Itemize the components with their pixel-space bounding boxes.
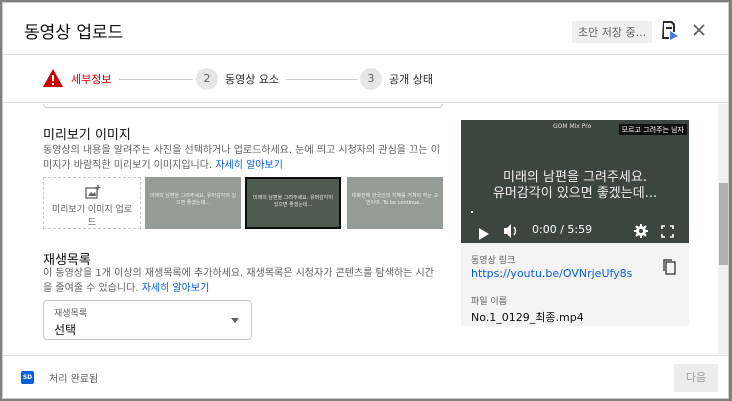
previous-field-edge	[43, 104, 443, 108]
dropdown-arrow-icon	[231, 318, 239, 323]
playlist-select[interactable]: 재생목록 선택	[43, 300, 252, 340]
details-content: 미리보기 이미지 동영상의 내용을 알려주는 사진을 선택하거나 업로드하세요.…	[3, 104, 718, 354]
thumbnail-upload-label: 미리보기 이미지 업로드	[51, 205, 133, 228]
video-caption-line-2: 유머감각이 있으면 좋겠는데...	[492, 186, 658, 201]
video-logo: GOM Mix Pro	[553, 123, 592, 130]
step-connector	[119, 79, 193, 80]
dialog-footer: SD 처리 완료됨 다음	[3, 355, 728, 398]
thumbnail-option-text: 대화전에 한국인의 지혜를 거쳐야 하는 고민이야. To be continu…	[351, 193, 439, 206]
scrollbar-thumb[interactable]	[719, 183, 728, 265]
thumbnail-option-text: 미래의 남편을 그려주세요. 유머감각이 있으면 좋겠는데...	[149, 193, 237, 206]
upload-dialog: 동영상 업로드 초안 저장 중... 세부정보 2 동영상 요소 3 공개 상태…	[2, 2, 729, 399]
processing-status: 처리 완료됨	[49, 374, 99, 385]
video-time: 0:00 / 5:59	[532, 223, 593, 236]
volume-icon[interactable]	[504, 223, 520, 238]
step-details[interactable]: 세부정보	[71, 71, 111, 87]
step-connector	[286, 79, 358, 80]
playlist-select-label: 재생목록	[54, 309, 88, 319]
video-link[interactable]: https://youtu.be/OVNrjeUfy8s	[471, 267, 632, 280]
playlist-select-value: 선택	[54, 323, 77, 337]
step-video-elements[interactable]: 동영상 요소	[225, 71, 279, 87]
video-progress-bar[interactable]	[471, 211, 473, 213]
warning-icon	[42, 68, 64, 88]
video-link-label: 동영상 링크	[471, 256, 516, 266]
file-name-value: No.1_0129_최종.mp4	[471, 311, 584, 324]
file-name-label: 파일 이름	[471, 297, 507, 307]
playlist-description: 이 동영상을 1개 이상의 재생목록에 추가하세요. 재생목록은 시청자가 콘텐…	[43, 268, 434, 294]
close-icon[interactable]	[687, 18, 711, 42]
playlist-learn-more-link[interactable]: 자세히 알아보기	[142, 283, 210, 294]
video-preview-card: GOM Mix Pro 모르고 그려주는 남자 미래의 남편을 그려주세요. 유…	[461, 120, 689, 326]
copy-icon[interactable]	[661, 258, 679, 276]
thumbnail-option-2[interactable]: 미래의 남편을 그려주세요. 유머감각이 있으면 좋겠는데...	[245, 177, 341, 229]
thumbnail-option-3[interactable]: 대화전에 한국인의 지혜를 거쳐야 하는 고민이야. To be continu…	[347, 177, 443, 229]
content-scrollbar[interactable]	[718, 104, 728, 354]
feedback-icon[interactable]	[657, 18, 681, 42]
thumbnail-title: 미리보기 이미지	[43, 128, 131, 143]
step-2-number[interactable]: 2	[196, 68, 218, 90]
video-tag: 모르고 그려주는 남자	[618, 124, 687, 135]
video-player[interactable]: GOM Mix Pro 모르고 그려주는 남자 미래의 남편을 그려주세요. 유…	[461, 120, 689, 243]
video-controls: 0:00 / 5:59	[461, 217, 689, 243]
dialog-title: 동영상 업로드	[24, 23, 124, 43]
thumbnail-option-text: 미래의 남편을 그려주세요. 유머감각이 있으면 좋겠는데...	[253, 195, 333, 208]
fullscreen-icon[interactable]	[661, 223, 674, 238]
play-icon[interactable]	[479, 225, 489, 240]
next-button[interactable]: 다음	[674, 364, 718, 392]
thumbnail-upload-button[interactable]: 미리보기 이미지 업로드	[43, 177, 141, 229]
step-visibility[interactable]: 공개 상태	[389, 71, 433, 87]
dialog-header: 동영상 업로드 초안 저장 중...	[3, 3, 728, 55]
thumbnail-learn-more-link[interactable]: 자세히 알아보기	[215, 160, 283, 171]
sd-quality-badge: SD	[21, 371, 34, 384]
settings-gear-icon[interactable]	[634, 223, 648, 238]
thumbnail-option-1[interactable]: 미래의 남편을 그려주세요. 유머감각이 있으면 좋겠는데...	[145, 177, 241, 229]
upload-stepper: 세부정보 2 동영상 요소 3 공개 상태	[3, 55, 728, 103]
draft-status-badge: 초안 저장 중...	[572, 21, 653, 43]
thumbnail-description: 동영상의 내용을 알려주는 사진을 선택하거나 업로드하세요. 눈에 띄고 시청…	[43, 145, 440, 171]
step-3-number[interactable]: 3	[360, 68, 382, 90]
add-photo-icon	[85, 184, 101, 200]
